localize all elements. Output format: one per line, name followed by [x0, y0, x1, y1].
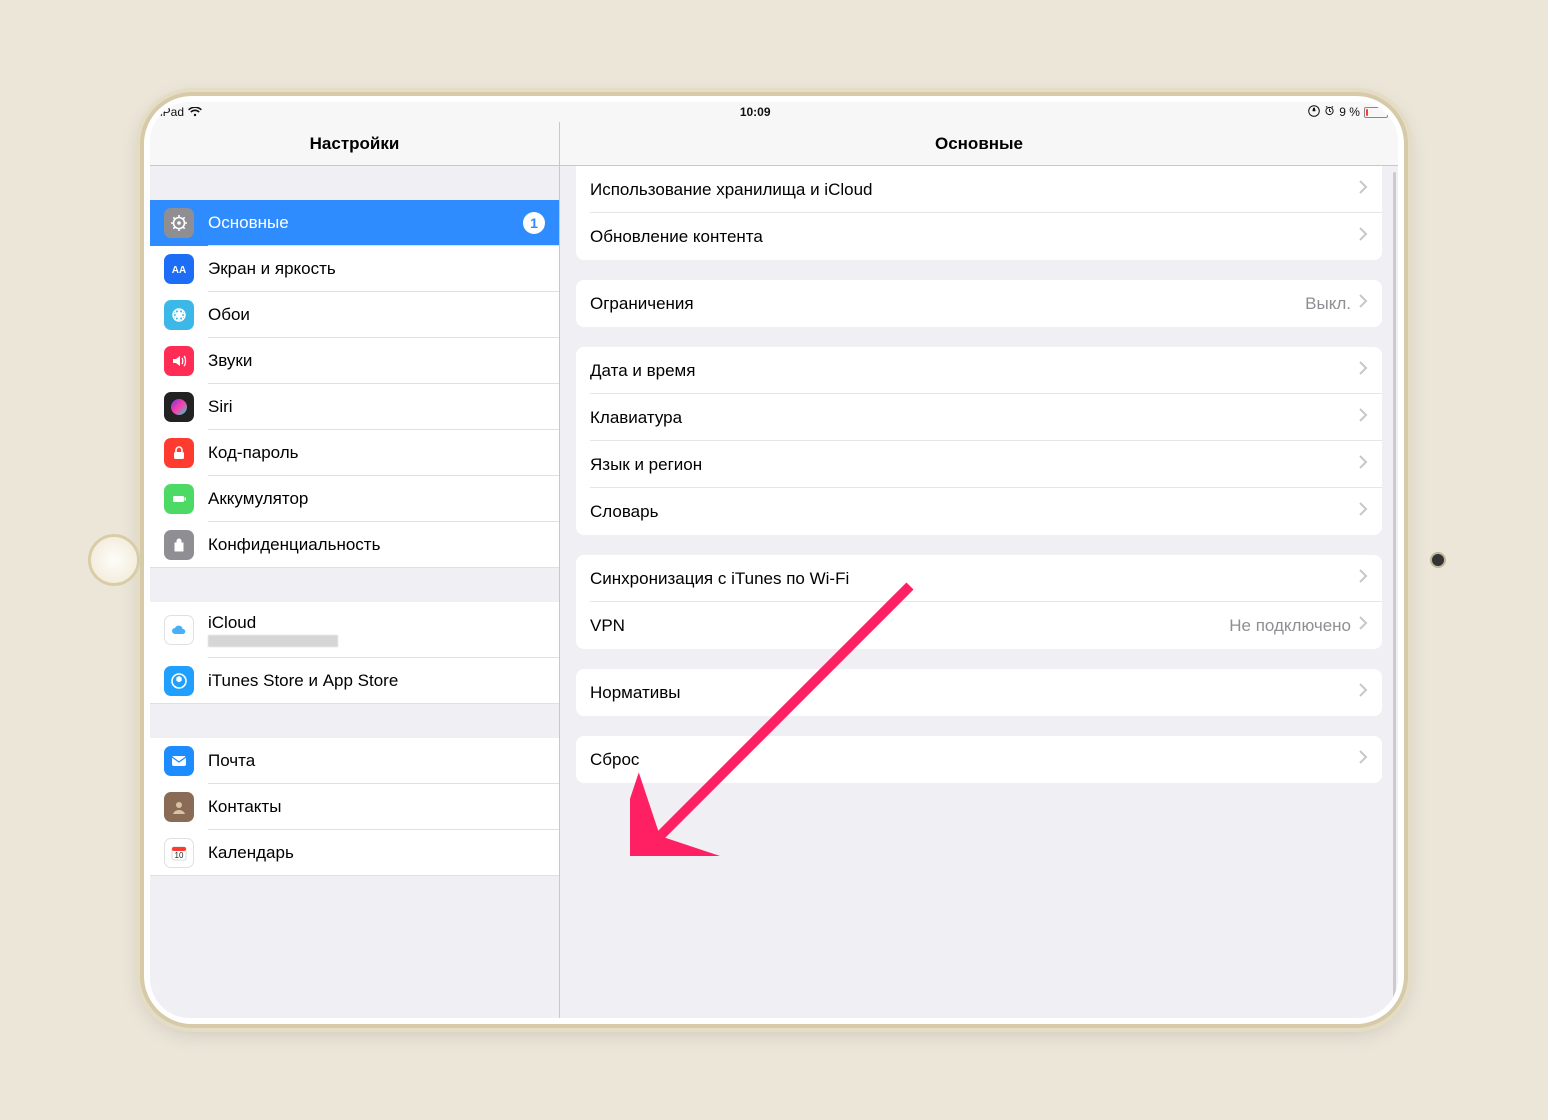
detail-row-label: Сброс — [590, 750, 639, 770]
chevron-right-icon — [1359, 750, 1368, 769]
screen: iPad 10:09 9 % Настройк — [150, 102, 1398, 1018]
detail-row-dictionary[interactable]: Словарь — [576, 488, 1382, 535]
sidebar-item-label: Контакты — [208, 797, 281, 817]
chevron-right-icon — [1359, 227, 1368, 246]
battery-icon — [1364, 107, 1388, 118]
chevron-right-icon — [1359, 455, 1368, 474]
sounds-icon — [164, 346, 194, 376]
detail-row-label: Дата и время — [590, 361, 695, 381]
sidebar-item-privacy[interactable]: Конфиденциальность — [150, 522, 559, 568]
settings-sidebar: Настройки Основные 1 AA Экран и яркость Обои… — [150, 122, 560, 1018]
display-icon: AA — [164, 254, 194, 284]
detail-row-vpn[interactable]: VPN Не подключено — [576, 602, 1382, 649]
detail-pane: Основные Использование хранилища и iClou… — [560, 122, 1398, 1018]
alarm-icon — [1324, 105, 1335, 119]
sidebar-item-label: Календарь — [208, 843, 294, 863]
detail-row-value: Не подключено — [1229, 616, 1351, 636]
sidebar-item-label: Основные — [208, 213, 289, 233]
chevron-right-icon — [1359, 408, 1368, 427]
detail-row-datetime[interactable]: Дата и время — [576, 347, 1382, 394]
chevron-right-icon — [1359, 569, 1368, 588]
detail-row-reset[interactable]: Сброс — [576, 736, 1382, 783]
sidebar-item-label: Почта — [208, 751, 255, 771]
front-camera — [1432, 554, 1444, 566]
status-time: 10:09 — [740, 105, 771, 119]
sidebar-title: Настройки — [150, 122, 559, 166]
wifi-icon — [188, 107, 202, 117]
sidebar-item-mail[interactable]: Почта — [150, 738, 559, 784]
svg-text:AA: AA — [172, 265, 186, 276]
detail-row-storage[interactable]: Использование хранилища и iCloud — [576, 166, 1382, 213]
sidebar-item-stores[interactable]: iTunes Store и App Store — [150, 658, 559, 704]
orientation-lock-icon — [1308, 105, 1320, 120]
detail-row-label: Ограничения — [590, 294, 694, 314]
sidebar-item-label: Звуки — [208, 351, 252, 371]
mail-icon — [164, 746, 194, 776]
passcode-icon — [164, 438, 194, 468]
badge: 1 — [523, 212, 545, 234]
status-bar: iPad 10:09 9 % — [150, 102, 1398, 122]
detail-row-label: Использование хранилища и iCloud — [590, 180, 872, 200]
sidebar-item-label: Экран и яркость — [208, 259, 336, 279]
sidebar-item-label: Код-пароль — [208, 443, 299, 463]
sidebar-item-contacts[interactable]: Контакты — [150, 784, 559, 830]
stores-icon — [164, 666, 194, 696]
detail-row-itunessync[interactable]: Синхронизация с iTunes по Wi-Fi — [576, 555, 1382, 602]
battery-icon — [164, 484, 194, 514]
detail-row-keyboard[interactable]: Клавиатура — [576, 394, 1382, 441]
detail-row-label: Язык и регион — [590, 455, 702, 475]
detail-row-label: Клавиатура — [590, 408, 682, 428]
detail-body[interactable]: Использование хранилища и iCloud Обновлен… — [560, 166, 1398, 1018]
general-icon — [164, 208, 194, 238]
sidebar-item-icloud[interactable]: iCloud — [150, 602, 559, 658]
sidebar-item-label: iTunes Store и App Store — [208, 671, 398, 691]
detail-row-label: Синхронизация с iTunes по Wi-Fi — [590, 569, 849, 589]
siri-icon — [164, 392, 194, 422]
sidebar-item-label: Обои — [208, 305, 250, 325]
detail-row-label: Обновление контента — [590, 227, 763, 247]
detail-row-restrictions[interactable]: Ограничения Выкл. — [576, 280, 1382, 327]
contacts-icon — [164, 792, 194, 822]
sidebar-item-label: Аккумулятор — [208, 489, 308, 509]
sidebar-item-label: Конфиденциальность — [208, 535, 380, 555]
chevron-right-icon — [1359, 180, 1368, 199]
sidebar-item-sounds[interactable]: Звуки — [150, 338, 559, 384]
ipad-frame: iPad 10:09 9 % Настройк — [144, 96, 1404, 1024]
detail-row-background[interactable]: Обновление контента — [576, 213, 1382, 260]
sidebar-item-battery[interactable]: Аккумулятор — [150, 476, 559, 522]
detail-row-language[interactable]: Язык и регион — [576, 441, 1382, 488]
carrier-label: iPad — [160, 105, 184, 119]
sidebar-item-siri[interactable]: Siri — [150, 384, 559, 430]
icloud-account-redacted — [208, 635, 338, 647]
sidebar-item-wallpaper[interactable]: Обои — [150, 292, 559, 338]
chevron-right-icon — [1359, 361, 1368, 380]
detail-row-label: Нормативы — [590, 683, 681, 703]
sidebar-item-label: Siri — [208, 397, 233, 417]
chevron-right-icon — [1359, 683, 1368, 702]
sidebar-item-passcode[interactable]: Код-пароль — [150, 430, 559, 476]
calendar-icon: 10 — [164, 838, 194, 868]
detail-row-label: Словарь — [590, 502, 658, 522]
privacy-icon — [164, 530, 194, 560]
sidebar-item-label: iCloud — [208, 613, 338, 633]
chevron-right-icon — [1359, 502, 1368, 521]
chevron-right-icon — [1359, 616, 1368, 635]
chevron-right-icon — [1359, 294, 1368, 313]
scroll-indicator — [1393, 172, 1396, 1012]
home-button[interactable] — [88, 534, 140, 586]
svg-text:10: 10 — [175, 851, 184, 860]
detail-row-regulatory[interactable]: Нормативы — [576, 669, 1382, 716]
detail-row-value: Выкл. — [1305, 294, 1351, 314]
detail-title: Основные — [560, 122, 1398, 166]
sidebar-item-display[interactable]: AA Экран и яркость — [150, 246, 559, 292]
wallpaper-icon — [164, 300, 194, 330]
sidebar-item-general[interactable]: Основные 1 — [150, 200, 559, 246]
icloud-icon — [164, 615, 194, 645]
battery-percent: 9 % — [1339, 105, 1360, 119]
sidebar-item-calendar[interactable]: 10 Календарь — [150, 830, 559, 876]
detail-row-label: VPN — [590, 616, 625, 636]
